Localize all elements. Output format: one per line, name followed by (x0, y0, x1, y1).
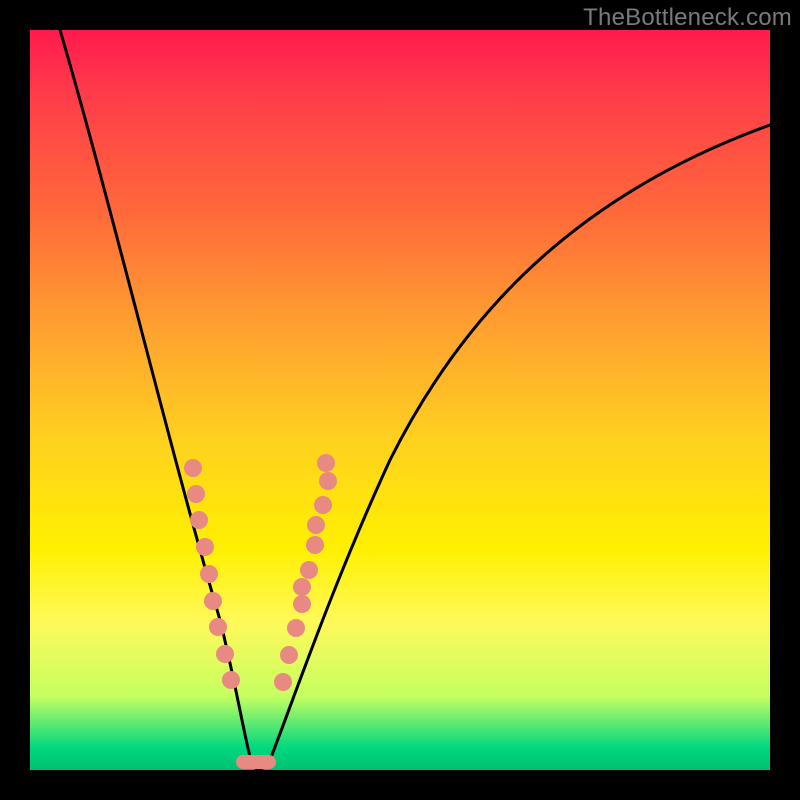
chart-svg (30, 30, 770, 770)
watermark-text: TheBottleneck.com (583, 4, 792, 32)
valley-marker (236, 755, 276, 769)
left-dot-cluster (184, 459, 240, 689)
bottleneck-curve (60, 30, 770, 769)
right-dot-cluster (274, 454, 337, 691)
chart-plot-area (30, 30, 770, 770)
